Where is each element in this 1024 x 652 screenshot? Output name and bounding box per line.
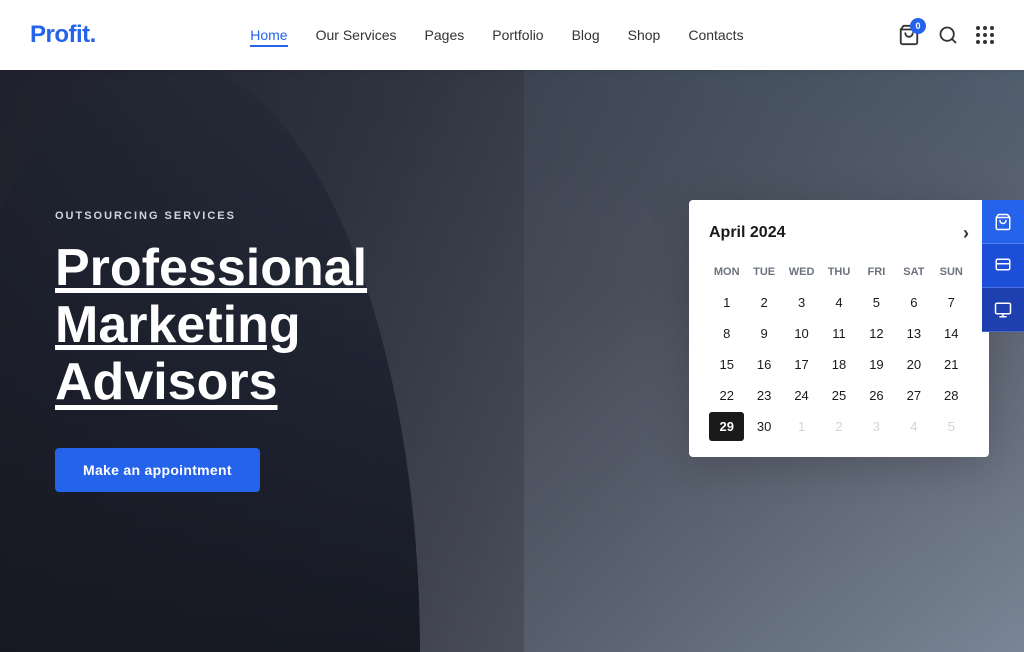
calendar-day-header: SUN: [934, 262, 969, 282]
calendar-day[interactable]: 13: [896, 319, 931, 348]
hero-subtitle: OUTSOURCING SERVICES: [55, 210, 367, 222]
sidebar-bookmark-button[interactable]: [982, 288, 1024, 332]
nav-blog[interactable]: Blog: [572, 27, 600, 43]
nav-contacts[interactable]: Contacts: [688, 27, 743, 43]
nav-pages[interactable]: Pages: [425, 27, 465, 43]
nav-shop[interactable]: Shop: [628, 27, 661, 43]
calendar-day-header: TUE: [746, 262, 781, 282]
calendar-day[interactable]: 16: [746, 350, 781, 379]
calendar-day[interactable]: 8: [709, 319, 744, 348]
nav-our-services[interactable]: Our Services: [316, 27, 397, 43]
hero-title-line2: Marketing: [55, 296, 301, 354]
nav-home[interactable]: Home: [250, 27, 287, 43]
calendar-day-header: SAT: [896, 262, 931, 282]
cart-button[interactable]: 0: [898, 24, 920, 46]
calendar-day[interactable]: 26: [859, 381, 894, 410]
calendar-month-year: April 2024: [709, 224, 785, 242]
grid-icon: [976, 26, 994, 44]
sidebar-tag-button[interactable]: [982, 244, 1024, 288]
calendar-day[interactable]: 19: [859, 350, 894, 379]
header: Profit. Home Our Services Pages Portfoli…: [0, 0, 1024, 70]
calendar-day[interactable]: 2: [746, 288, 781, 317]
calendar-day[interactable]: 9: [746, 319, 781, 348]
hero-title: Professional Marketing Advisors: [55, 240, 367, 412]
calendar-day[interactable]: 23: [746, 381, 781, 410]
calendar-day[interactable]: 2: [821, 412, 856, 441]
calendar-day[interactable]: 12: [859, 319, 894, 348]
calendar-day[interactable]: 1: [709, 288, 744, 317]
calendar-day[interactable]: 3: [784, 288, 819, 317]
calendar-day[interactable]: 5: [934, 412, 969, 441]
calendar-day-header: FRI: [859, 262, 894, 282]
calendar-day[interactable]: 24: [784, 381, 819, 410]
calendar-day[interactable]: 4: [896, 412, 931, 441]
calendar-day[interactable]: 6: [896, 288, 931, 317]
calendar-day[interactable]: 1: [784, 412, 819, 441]
calendar-day-header: THU: [821, 262, 856, 282]
calendar-next-button[interactable]: ›: [963, 224, 969, 242]
main-nav: Home Our Services Pages Portfolio Blog S…: [250, 27, 743, 43]
calendar-day[interactable]: 27: [896, 381, 931, 410]
logo-text: Profit: [30, 21, 90, 48]
hero-title-line1: Professional: [55, 239, 367, 297]
calendar-day[interactable]: 7: [934, 288, 969, 317]
calendar-day[interactable]: 17: [784, 350, 819, 379]
calendar-day[interactable]: 3: [859, 412, 894, 441]
header-icons: 0: [898, 24, 994, 46]
calendar-header: April 2024 ›: [709, 224, 969, 242]
calendar-day[interactable]: 10: [784, 319, 819, 348]
calendar-day[interactable]: 29: [709, 412, 744, 441]
calendar-popup: April 2024 › MONTUEWEDTHUFRISATSUN123456…: [689, 200, 989, 457]
calendar-day[interactable]: 20: [896, 350, 931, 379]
calendar-day[interactable]: 14: [934, 319, 969, 348]
cart-badge: 0: [910, 18, 926, 34]
calendar-day[interactable]: 28: [934, 381, 969, 410]
search-button[interactable]: [938, 25, 958, 45]
calendar-day[interactable]: 15: [709, 350, 744, 379]
calendar-day[interactable]: 30: [746, 412, 781, 441]
calendar-day-header: MON: [709, 262, 744, 282]
calendar-day[interactable]: 11: [821, 319, 856, 348]
calendar-grid: MONTUEWEDTHUFRISATSUN1234567891011121314…: [709, 262, 969, 441]
sidebar-cart-button[interactable]: [982, 200, 1024, 244]
right-sidebar: [982, 200, 1024, 332]
calendar-day[interactable]: 25: [821, 381, 856, 410]
cta-button[interactable]: Make an appointment: [55, 448, 260, 492]
hero-content: OUTSOURCING SERVICES Professional Market…: [55, 130, 367, 492]
logo-dot: .: [90, 21, 96, 48]
calendar-day[interactable]: 21: [934, 350, 969, 379]
calendar-day[interactable]: 4: [821, 288, 856, 317]
calendar-day[interactable]: 5: [859, 288, 894, 317]
grid-menu-button[interactable]: [976, 26, 994, 44]
nav-portfolio[interactable]: Portfolio: [492, 27, 543, 43]
calendar-day[interactable]: 22: [709, 381, 744, 410]
hero-title-line3: Advisors: [55, 353, 278, 411]
calendar-day-header: WED: [784, 262, 819, 282]
calendar-day[interactable]: 18: [821, 350, 856, 379]
logo: Profit.: [30, 21, 96, 49]
